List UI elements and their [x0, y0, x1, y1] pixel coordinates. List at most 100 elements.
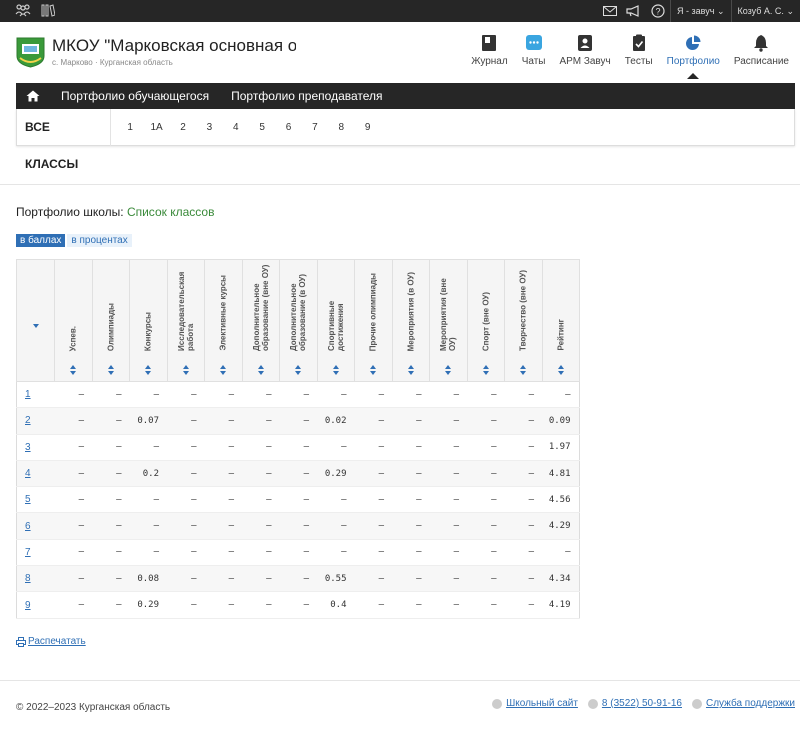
role-label: Я - завуч — [677, 5, 715, 16]
link-label: Школьный сайт — [506, 698, 578, 709]
sort-header-name[interactable] — [16, 259, 55, 382]
column-header-label: Элективные курсы — [218, 275, 228, 351]
column-header-label: Конкурсы — [143, 311, 153, 351]
support-link[interactable]: Служба поддержки — [691, 698, 795, 709]
mode-toggle: в баллах в процентах — [16, 234, 132, 247]
nav-schedule[interactable]: Расписание — [727, 32, 796, 67]
column-header[interactable]: Творчество (вне ОУ) — [504, 259, 543, 382]
nav-label: АРМ Завуч — [559, 56, 611, 67]
class-link[interactable]: 5 — [25, 494, 31, 505]
sort-icon — [482, 364, 489, 375]
class-item[interactable]: 3 — [196, 122, 222, 133]
table-cell: — — [354, 407, 392, 435]
megaphone-icon[interactable] — [622, 0, 646, 22]
role-dropdown[interactable]: Я - завуч ⌄ — [671, 6, 730, 17]
sort-icon — [257, 364, 264, 375]
phone-link[interactable]: 8 (3522) 50-91-16 — [587, 698, 682, 709]
table-cell: — — [167, 460, 205, 488]
table-cell: 0.08 — [129, 565, 167, 593]
home-icon[interactable] — [16, 90, 50, 102]
users-icon[interactable] — [15, 3, 31, 20]
nav-arm-zavuch[interactable]: АРМ Завуч — [552, 32, 617, 67]
user-label: Козуб А. С. — [737, 5, 784, 16]
class-link[interactable]: 4 — [25, 468, 31, 479]
column-header[interactable]: Мероприятия (вне ОУ) — [429, 259, 468, 382]
class-item[interactable]: 6 — [275, 122, 301, 133]
table-cell: — — [429, 460, 467, 488]
user-dropdown[interactable]: Козуб А. С. ⌄ — [732, 6, 800, 17]
table-cell: — — [504, 512, 542, 540]
toggle-percent[interactable]: в процентах — [67, 234, 132, 247]
tab-teacher-portfolio[interactable]: Портфолио преподавателя — [220, 89, 393, 103]
class-link[interactable]: 1 — [25, 389, 31, 400]
print-link[interactable]: Распечатать — [16, 636, 86, 647]
tab-student-portfolio[interactable]: Портфолио обучающегося — [50, 89, 220, 103]
class-item[interactable]: 2 — [170, 122, 196, 133]
class-item[interactable]: 8 — [328, 122, 354, 133]
class-item[interactable]: 1А — [143, 122, 169, 133]
column-header[interactable]: Успев. — [54, 259, 93, 382]
class-link[interactable]: 3 — [25, 442, 31, 453]
column-header[interactable]: Спортивные достижения — [316, 259, 355, 382]
table-cell: — — [242, 539, 280, 567]
column-header[interactable]: Дополнительное образование (вне ОУ) — [241, 259, 280, 382]
library-icon[interactable] — [41, 3, 56, 20]
school-emblem-icon[interactable] — [15, 36, 46, 68]
column-header[interactable]: Конкурсы — [129, 259, 168, 382]
class-item[interactable]: 1 — [117, 122, 143, 133]
nav-journal[interactable]: Журнал — [464, 32, 515, 67]
table-cell: — — [167, 407, 205, 435]
globe-icon — [492, 698, 503, 709]
column-header[interactable]: Олимпиады — [91, 259, 130, 382]
column-header[interactable]: Спорт (вне ОУ) — [466, 259, 505, 382]
class-item[interactable]: 9 — [355, 122, 381, 133]
table-cell: — — [317, 512, 355, 540]
nav-label: Чаты — [521, 56, 546, 67]
column-header-label: Спорт (вне ОУ) — [481, 291, 491, 351]
table-cell: — — [204, 512, 242, 540]
table-cell: — — [429, 407, 467, 435]
school-name[interactable]: МКОУ "Марковская основная общ — [52, 36, 296, 58]
sort-icon — [445, 364, 452, 375]
nav-chats[interactable]: Чаты — [515, 32, 553, 67]
table-cell: 0.55 — [317, 565, 355, 593]
class-link[interactable]: 7 — [25, 547, 31, 558]
table-cell: 0.29 — [317, 460, 355, 488]
nav-portfolio[interactable]: Портфолио — [660, 32, 727, 79]
table-cell: — — [279, 381, 317, 409]
class-link[interactable]: 2 — [25, 415, 31, 426]
class-item[interactable]: 5 — [249, 122, 275, 133]
table-cell: 4.29 — [542, 512, 579, 540]
sort-icon — [70, 364, 77, 375]
table-cell: — — [504, 486, 542, 514]
column-header[interactable]: Исследовательская работа — [166, 259, 205, 382]
table-row: 4— —0.2— — — —0.29— — — — —4.81 — [16, 460, 579, 488]
column-header[interactable]: Прочие олимпиады — [354, 259, 393, 382]
column-header-label: Спортивные достижения — [326, 300, 345, 351]
class-link[interactable]: 8 — [25, 573, 31, 584]
column-header[interactable]: Рейтинг — [541, 259, 580, 382]
column-header[interactable]: Мероприятия (в ОУ) — [391, 259, 430, 382]
class-link[interactable]: 9 — [25, 600, 31, 611]
column-header[interactable]: Элективные курсы — [204, 259, 243, 382]
column-header[interactable]: Дополнительное образование (в ОУ) — [279, 259, 318, 382]
all-classes-button[interactable]: ВСЕ КЛАССЫ — [17, 108, 111, 171]
class-list-link[interactable]: Список классов — [127, 205, 215, 219]
school-location: с. Марково · Курганская область — [52, 58, 173, 67]
class-link[interactable]: 6 — [25, 521, 31, 532]
nav-tests[interactable]: Тесты — [618, 32, 660, 67]
school-site-link[interactable]: Школьный сайт — [492, 698, 578, 709]
table-cell: — — [129, 512, 167, 540]
table-cell: — — [204, 381, 242, 409]
table-cell: — — [242, 591, 280, 619]
table-cell: — — [54, 591, 92, 619]
table-cell: 4.34 — [542, 565, 579, 593]
mail-icon[interactable] — [598, 0, 622, 22]
toggle-points[interactable]: в баллах — [16, 234, 66, 247]
table-cell: — — [354, 591, 392, 619]
sort-desc-icon — [32, 318, 39, 328]
table-cell: — — [542, 539, 579, 567]
help-icon[interactable]: ? — [646, 0, 670, 22]
class-item[interactable]: 4 — [223, 122, 249, 133]
class-item[interactable]: 7 — [302, 122, 328, 133]
